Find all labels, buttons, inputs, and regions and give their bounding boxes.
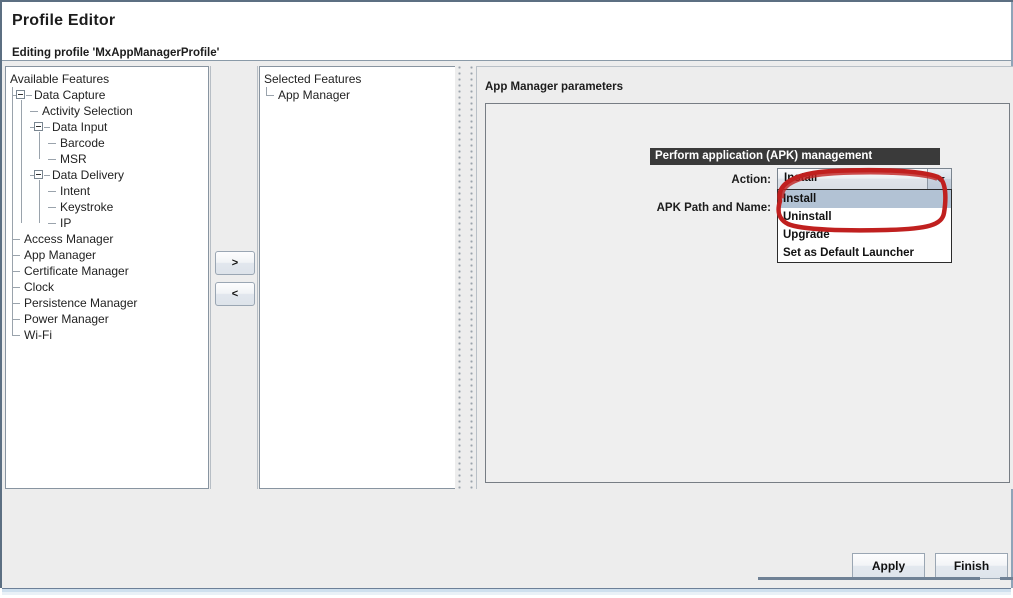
split-divider-left[interactable]: [455, 66, 463, 489]
tree-connector: [30, 111, 38, 112]
tree-connector-2: [26, 95, 32, 96]
tree-branch: [39, 180, 40, 223]
tree-collapse-icon[interactable]: [16, 90, 25, 99]
parameters-panel-title: App Manager parameters: [485, 81, 623, 93]
section-header-bar: Perform application (APK) management: [650, 148, 940, 165]
available-feature-item-label: Access Manager: [24, 231, 113, 247]
tree-connector: [12, 319, 20, 320]
available-feature-item-label: Certificate Manager: [24, 263, 129, 279]
available-features-panel[interactable]: Available FeaturesData CaptureActivity S…: [5, 66, 209, 489]
available-feature-item-label: Intent: [60, 183, 90, 199]
available-feature-item-label: Data Delivery: [52, 167, 124, 183]
tree-connector: [48, 207, 56, 208]
available-feature-item-label: Barcode: [60, 135, 105, 151]
profile-editor-window: Profile Editor Editing profile 'MxAppMan…: [0, 0, 1013, 598]
available-feature-root-label: Available Features: [10, 71, 109, 87]
action-combobox-dropdown-list[interactable]: InstallUninstallUpgradeSet as Default La…: [777, 189, 952, 263]
editing-profile-label: Editing profile 'MxAppManagerProfile': [12, 47, 219, 59]
finish-button[interactable]: Finish: [935, 553, 1008, 579]
remove-feature-button[interactable]: <: [215, 282, 255, 306]
tree-connector: [266, 95, 274, 96]
available-feature-item-label: Clock: [24, 279, 54, 295]
tree-connector: [48, 223, 56, 224]
tree-trunk: [266, 87, 267, 95]
selected-feature-item-label: App Manager: [278, 87, 350, 103]
tree-connector: [48, 159, 56, 160]
action-option-upgrade[interactable]: Upgrade: [778, 226, 951, 244]
taskbar-segment: [758, 577, 980, 580]
available-feature-item-label: Data Capture: [34, 87, 105, 103]
action-combobox[interactable]: Install: [777, 168, 952, 190]
action-field-label: Action:: [636, 174, 771, 186]
divider-grip-dots-2: [470, 66, 473, 489]
selected-features-panel[interactable]: Selected FeaturesApp Manager: [259, 66, 463, 489]
available-feature-item-label: Activity Selection: [42, 103, 133, 119]
tree-connector: [12, 303, 20, 304]
tree-connector: [12, 255, 20, 256]
available-feature-item-label: Keystroke: [60, 199, 113, 215]
taskbar-segment-2: [1000, 577, 1013, 580]
split-divider-right[interactable]: [468, 66, 475, 489]
tree-connector: [48, 191, 56, 192]
action-option-install[interactable]: Install: [778, 190, 951, 208]
divider-grip-dots: [458, 66, 461, 489]
parameters-content-box: Perform application (APK) management Act…: [485, 103, 1010, 483]
available-feature-item-label: IP: [60, 215, 71, 231]
tree-branch: [21, 100, 22, 223]
tree-trunk: [12, 87, 13, 335]
apk-path-field-label: APK Path and Name:: [616, 202, 771, 214]
available-feature-item-label: Wi-Fi: [24, 327, 52, 343]
tree-connector: [48, 143, 56, 144]
tree-collapse-icon[interactable]: [34, 170, 43, 179]
tree-connector: [12, 287, 20, 288]
available-feature-item-label: Persistence Manager: [24, 295, 137, 311]
tree-branch: [39, 132, 40, 159]
action-combobox-toggle[interactable]: [927, 169, 951, 189]
tree-connector-2: [44, 175, 50, 176]
action-option-set-as-default-launcher[interactable]: Set as Default Launcher: [778, 244, 951, 262]
selected-feature-root-label: Selected Features: [264, 71, 361, 87]
window-edge-line-3: [2, 592, 1011, 595]
page-title: Profile Editor: [12, 12, 115, 30]
action-combobox-value: Install: [784, 172, 817, 184]
available-feature-item-label: MSR: [60, 151, 87, 167]
tree-collapse-icon[interactable]: [34, 122, 43, 131]
available-feature-item-label: App Manager: [24, 247, 96, 263]
parameters-panel: App Manager parameters Perform applicati…: [476, 66, 1013, 489]
available-feature-item-label: Power Manager: [24, 311, 109, 327]
chevron-down-icon: [935, 177, 945, 182]
available-feature-item-label: Data Input: [52, 119, 107, 135]
tree-connector-2: [44, 127, 50, 128]
tree-connector: [12, 335, 20, 336]
add-feature-button[interactable]: >: [215, 251, 255, 275]
window-bottom-edge: [0, 588, 1013, 598]
action-option-uninstall[interactable]: Uninstall: [778, 208, 951, 226]
header: Profile Editor Editing profile 'MxAppMan…: [2, 2, 1011, 60]
tree-connector: [12, 271, 20, 272]
tree-connector: [12, 239, 20, 240]
apply-button[interactable]: Apply: [852, 553, 925, 579]
transfer-button-column: > <: [210, 66, 258, 489]
